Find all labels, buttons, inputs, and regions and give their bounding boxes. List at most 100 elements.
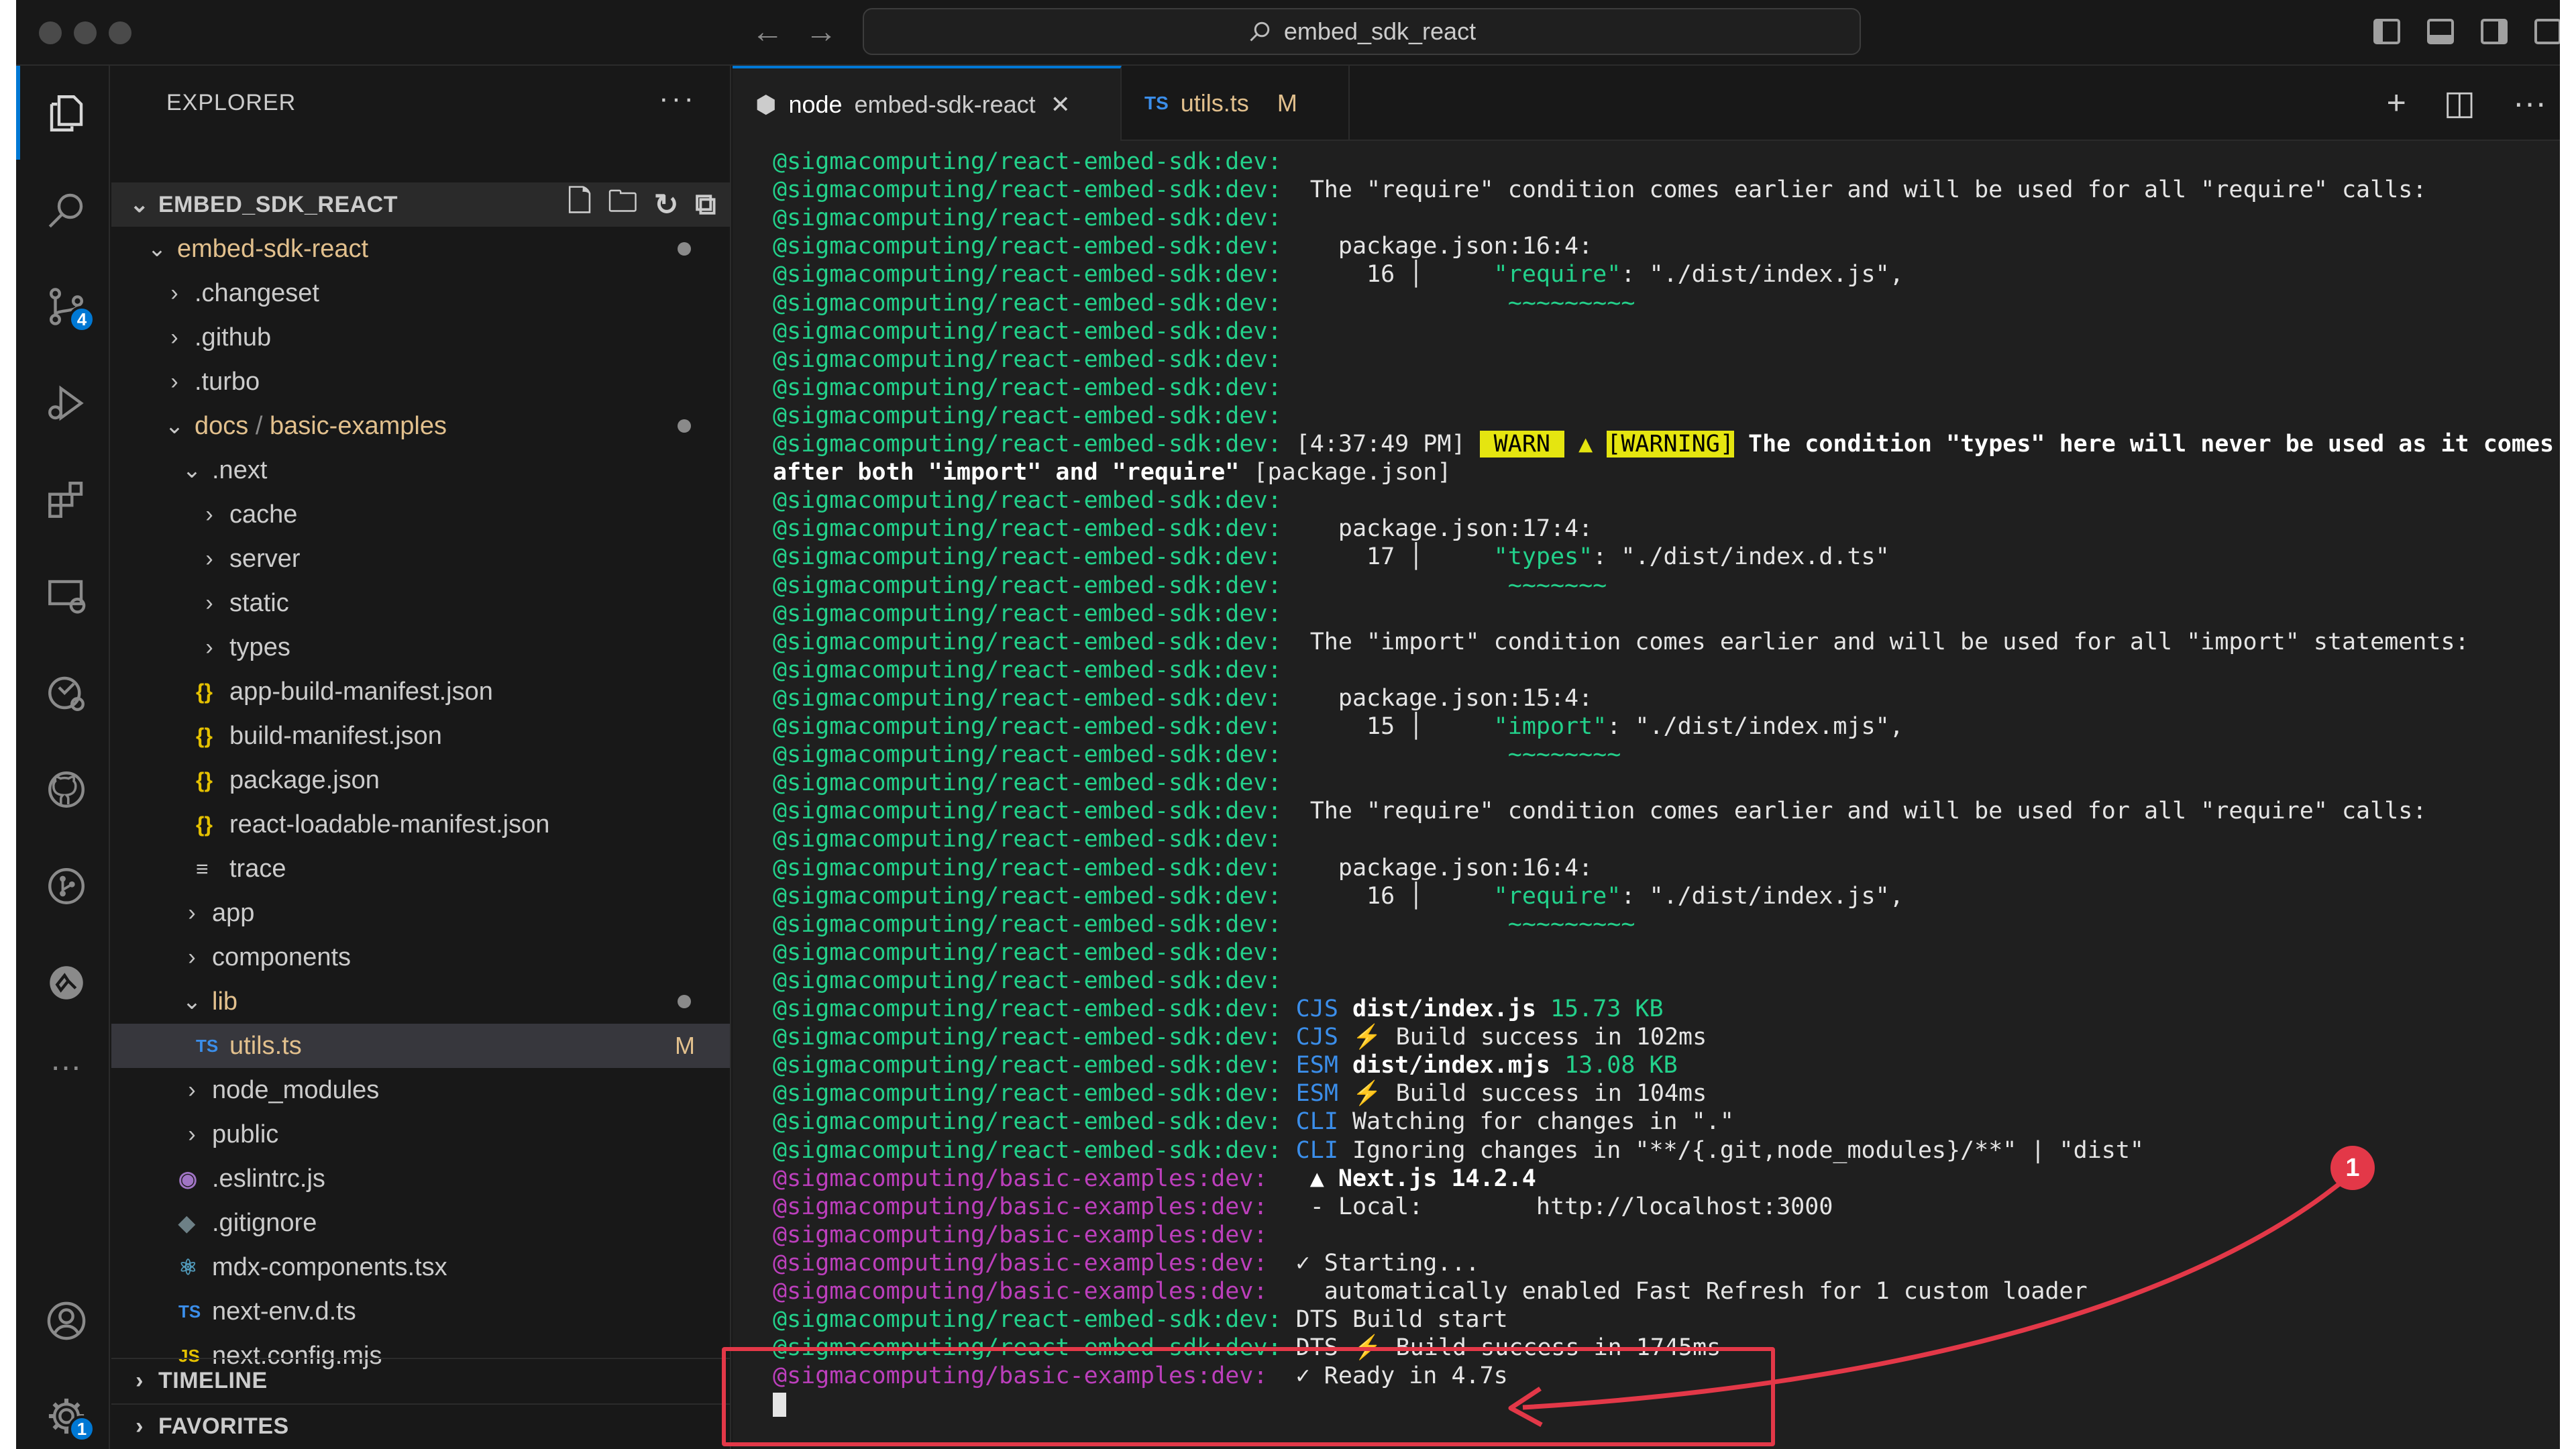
source-control-icon[interactable]: 4 — [44, 284, 95, 333]
terminal-line: @sigmacomputing/react-embed-sdk:dev: — [773, 345, 1282, 374]
tree-item-label: next-env.d.ts — [212, 1297, 356, 1326]
toggle-panel-icon[interactable] — [2427, 19, 2454, 44]
minimize-window-button[interactable] — [74, 21, 97, 44]
terminal-text: package.json:16:4: — [1281, 854, 1593, 881]
terminal-text: ESM — [1295, 1052, 1338, 1079]
forward-arrow-icon[interactable]: → — [805, 15, 837, 50]
tree-folder[interactable]: › .turbo — [111, 360, 730, 404]
terminal-text: 13.08 KB — [1564, 1052, 1678, 1079]
terminal-line: after both "import" and "require" [packa… — [773, 458, 1451, 486]
workspace-root[interactable]: ⌄ EMBED_SDK_REACT 🗋 🗀 ↻ ⧉ — [111, 182, 730, 227]
remote-explorer-icon[interactable] — [44, 574, 89, 619]
timeline-section[interactable]: › TIMELINE — [111, 1358, 730, 1402]
tree-folder[interactable]: › app — [111, 891, 730, 935]
terminal-line-prefix: @sigmacomputing/react-embed-sdk:dev: — [773, 1108, 1282, 1136]
tab-terminal-node[interactable]: ⬢ node embed-sdk-react ✕ — [733, 66, 1122, 141]
more-actions-icon[interactable]: ··· — [2513, 83, 2546, 122]
tree-folder[interactable]: › static — [111, 581, 730, 625]
run-debug-icon[interactable] — [44, 381, 89, 425]
tree-file[interactable]: {} package.json — [111, 758, 730, 802]
tree-folder[interactable]: › server — [111, 537, 730, 581]
tree-folder[interactable]: › types — [111, 625, 730, 669]
terminal-text: ~~~~~~~~~ — [1281, 289, 1635, 317]
terminal-line: @sigmacomputing/basic-examples:dev: ▲ Ne… — [773, 1165, 1536, 1193]
split-editor-icon[interactable]: ◫ — [2444, 83, 2475, 122]
sidebar-more-icon[interactable]: ··· — [659, 82, 696, 115]
tree-item-label: node_modules — [212, 1075, 380, 1104]
terminal-text: 17 │ — [1281, 543, 1494, 571]
git-graph-icon[interactable] — [44, 864, 89, 908]
remote-icon[interactable] — [44, 961, 89, 1005]
collapse-all-icon[interactable]: ⧉ — [695, 188, 716, 221]
terminal-line-prefix: @sigmacomputing/react-embed-sdk:dev: — [773, 684, 1282, 712]
terminal-line: @sigmacomputing/react-embed-sdk:dev: ~~~… — [773, 572, 1607, 600]
terminal-line-prefix: @sigmacomputing/react-embed-sdk:dev: — [773, 543, 1282, 571]
chevron-down-icon: ⌄ — [182, 989, 202, 1014]
tab-node-name: node — [788, 91, 843, 118]
tree-file[interactable]: ◆ .gitignore — [111, 1201, 730, 1245]
accounts-icon[interactable] — [44, 1299, 89, 1343]
terminal-text: ~~~~~~~ — [1281, 572, 1607, 599]
refresh-icon[interactable]: ↻ — [654, 188, 679, 222]
chevron-right-icon: › — [188, 1121, 196, 1147]
terminal-line-prefix: @sigmacomputing/react-embed-sdk:dev: — [773, 798, 1282, 825]
new-file-icon[interactable]: 🗋 — [568, 180, 592, 230]
terminal-text: Ignoring changes in "**/{.git,node_modul… — [1338, 1136, 2144, 1164]
terminal-text: CJS — [1295, 996, 1338, 1022]
extensions-icon[interactable] — [44, 478, 89, 522]
tree-item-label: mdx-components.tsx — [212, 1252, 447, 1281]
tree-folder[interactable]: › .github — [111, 315, 730, 360]
github-icon[interactable] — [44, 767, 89, 812]
tree-item-label: .changeset — [195, 278, 319, 307]
tree-file[interactable]: TS utils.ts M — [111, 1024, 730, 1068]
maximize-window-button[interactable] — [109, 21, 131, 44]
back-arrow-icon[interactable]: ← — [751, 15, 784, 50]
terminal-text: 15 │ — [1281, 713, 1494, 740]
tree-folder[interactable]: › .changeset — [111, 271, 730, 315]
tree-file[interactable]: {} react-loadable-manifest.json — [111, 802, 730, 847]
terminal-line-prefix: @sigmacomputing/react-embed-sdk:dev: — [773, 967, 1282, 994]
more-views-icon[interactable]: ... — [44, 1041, 89, 1085]
chevron-right-icon: › — [188, 1077, 196, 1103]
tree-file[interactable]: ◉ .eslintrc.js — [111, 1157, 730, 1201]
tree-folder[interactable]: › components — [111, 935, 730, 979]
terminal-text: CLI — [1295, 1136, 1338, 1164]
search-icon[interactable] — [44, 188, 89, 232]
terminal-output[interactable]: @sigmacomputing/react-embed-sdk:dev: @sig… — [733, 142, 2560, 1449]
tree-file[interactable]: TS next-env.d.ts — [111, 1289, 730, 1334]
tree-folder[interactable]: › public — [111, 1112, 730, 1157]
tab-node-detail: embed-sdk-react — [854, 91, 1036, 118]
tree-folder[interactable]: ⌄ docs / basic-examples — [111, 404, 730, 448]
terminal-text: Watching for changes in "." — [1338, 1108, 1734, 1136]
close-window-button[interactable] — [39, 21, 62, 44]
close-icon[interactable]: ✕ — [1051, 91, 1071, 119]
testing-icon[interactable] — [44, 671, 89, 715]
favorites-section[interactable]: › FAVORITES — [111, 1403, 730, 1448]
tree-folder[interactable]: ⌄ embed-sdk-react — [111, 227, 730, 271]
toggle-secondary-sidebar-icon[interactable] — [2481, 19, 2508, 44]
tab-utils-ts[interactable]: TS utils.ts M — [1122, 66, 1350, 141]
manage-gear-icon[interactable]: 1 — [44, 1394, 95, 1442]
tree-file[interactable]: ≡ trace — [111, 847, 730, 891]
tree-file[interactable]: ⚛ mdx-components.tsx — [111, 1245, 730, 1289]
explorer-icon[interactable] — [44, 91, 89, 136]
terminal-line-prefix: @sigmacomputing/react-embed-sdk:dev: — [773, 628, 1282, 655]
tree-file[interactable]: {} build-manifest.json — [111, 714, 730, 758]
terminal-line: @sigmacomputing/react-embed-sdk:dev: The… — [773, 176, 2426, 204]
tree-folder[interactable]: ⌄ lib — [111, 979, 730, 1024]
toggle-primary-sidebar-icon[interactable] — [2373, 19, 2400, 44]
tree-folder[interactable]: › node_modules — [111, 1068, 730, 1112]
customize-layout-icon[interactable] — [2534, 19, 2560, 44]
terminal-line: @sigmacomputing/basic-examples:dev: ✓ St… — [773, 1249, 1480, 1277]
command-center-search[interactable]: embed_sdk_react — [863, 8, 1861, 55]
terminal-text: automatically enabled Fast Refresh for 1… — [1267, 1278, 2088, 1305]
tree-folder[interactable]: ⌄ .next — [111, 448, 730, 492]
new-terminal-icon[interactable]: + — [2387, 83, 2406, 122]
tree-folder[interactable]: › cache — [111, 492, 730, 537]
new-folder-icon[interactable]: 🗀 — [608, 180, 638, 230]
tree-file[interactable]: {} app-build-manifest.json — [111, 669, 730, 714]
